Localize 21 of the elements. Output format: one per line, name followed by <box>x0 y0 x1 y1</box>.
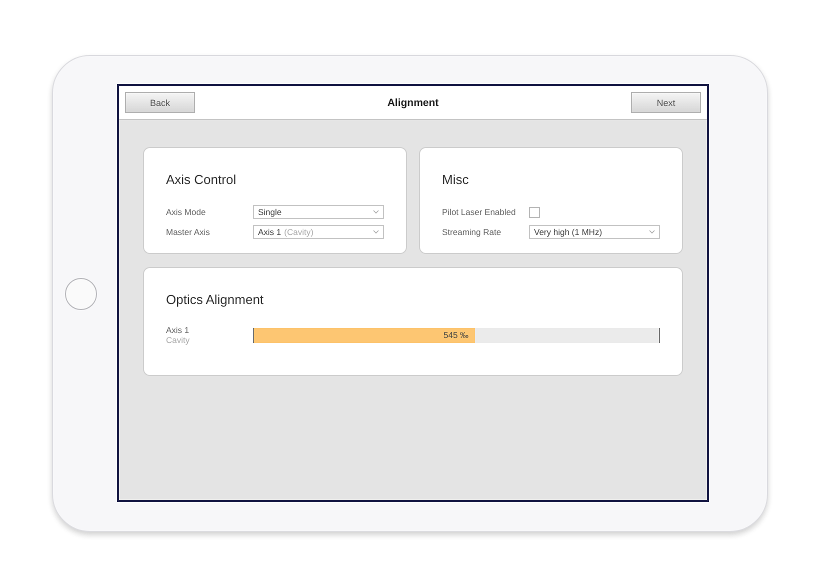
checkbox[interactable] <box>529 206 540 218</box>
caret-icon <box>373 230 379 234</box>
next-button[interactable]: Next <box>631 92 701 113</box>
channel-name: Axis 1 <box>166 325 190 335</box>
back-button[interactable]: Back <box>125 92 195 113</box>
field-label: Master Axis <box>166 227 211 237</box>
channel-detail: Cavity <box>166 335 191 345</box>
progress-reading: 545 ‰ <box>444 330 470 340</box>
dropdown[interactable]: Axis 1 (Cavity) <box>253 225 384 239</box>
screen-title: Alignment <box>387 96 439 108</box>
dropdown[interactable]: Single <box>253 205 384 219</box>
dropdown[interactable]: Very high (1 MHz) <box>529 225 660 239</box>
caret-icon <box>649 230 655 234</box>
field-label: Axis Mode <box>166 207 207 217</box>
card-title: Optics Alignment <box>166 292 265 307</box>
caret-icon <box>373 210 379 214</box>
home-button[interactable] <box>65 278 97 310</box>
card-title: Misc <box>442 172 470 187</box>
card-title: Axis Control <box>166 172 238 187</box>
field-label: Streaming Rate <box>442 227 502 237</box>
field-label: Pilot Laser Enabled <box>442 207 517 217</box>
